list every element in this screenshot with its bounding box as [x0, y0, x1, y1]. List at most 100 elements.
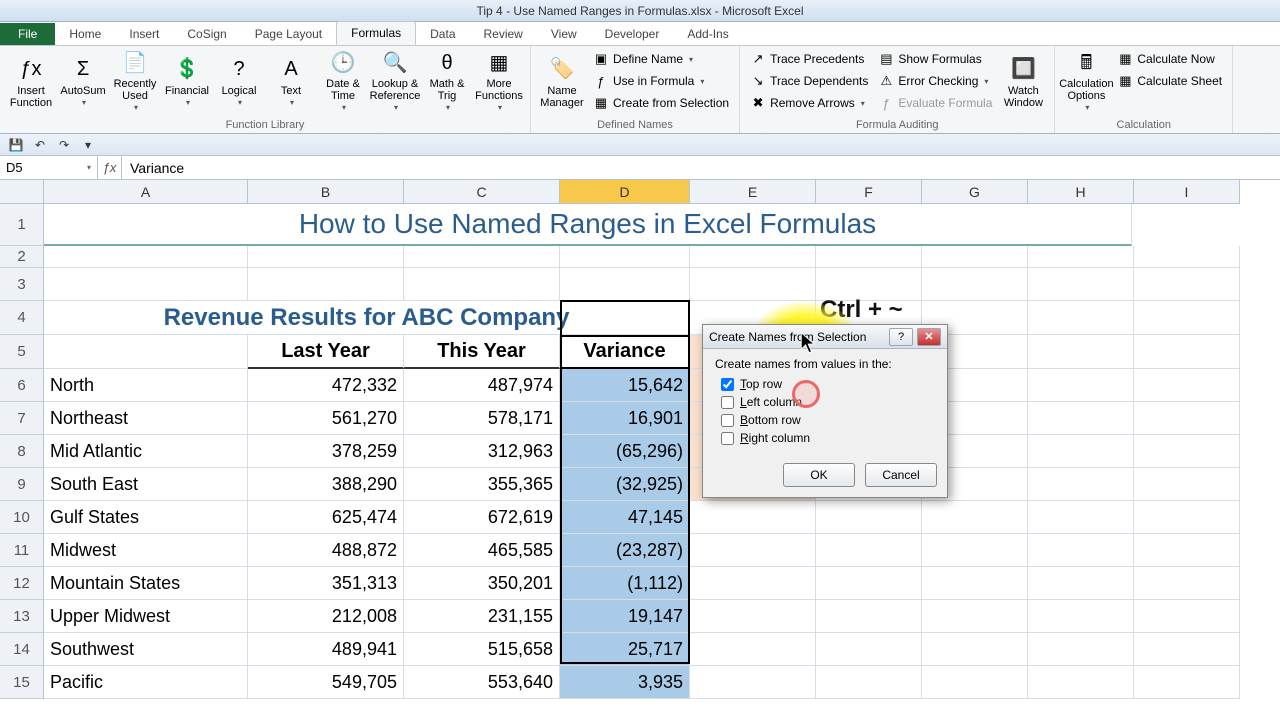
cell-last-year[interactable]: 378,259	[248, 435, 404, 468]
cell-region[interactable]: Midwest	[44, 534, 248, 567]
cell[interactable]	[816, 666, 922, 699]
insert-function-button[interactable]: ƒxInsert Function	[6, 48, 56, 116]
cell-variance[interactable]: (32,925)	[560, 468, 690, 501]
cell[interactable]	[1134, 534, 1240, 567]
create-from-selection-button[interactable]: ▦Create from Selection	[589, 92, 733, 114]
row-header-4[interactable]: 4	[0, 301, 44, 335]
cell[interactable]	[1028, 335, 1134, 369]
evaluate-formula-button[interactable]: ƒEvaluate Formula	[874, 92, 996, 114]
cell[interactable]	[1028, 402, 1134, 435]
cell-last-year[interactable]: 549,705	[248, 666, 404, 699]
cell[interactable]	[1134, 468, 1240, 501]
cell[interactable]	[404, 246, 560, 268]
check-bottom-row[interactable]: Bottom row	[715, 411, 935, 429]
col-header-g[interactable]: G	[922, 180, 1028, 204]
cell-region[interactable]: Upper Midwest	[44, 600, 248, 633]
ok-button[interactable]: OK	[783, 463, 855, 487]
cell-subtitle[interactable]: Revenue Results for ABC Company	[44, 301, 690, 335]
error-checking-button[interactable]: ⚠Error Checking▾	[874, 70, 996, 92]
cell-region[interactable]: South East	[44, 468, 248, 501]
row-header-9[interactable]: 9	[0, 468, 44, 501]
calculation-options-button[interactable]: 🖩Calculation Options▾	[1061, 48, 1111, 116]
cell[interactable]	[690, 600, 816, 633]
cell-this-year[interactable]: 465,585	[404, 534, 560, 567]
cell[interactable]	[404, 268, 560, 301]
checkbox-top-row[interactable]	[721, 378, 734, 391]
cell-region[interactable]: Pacific	[44, 666, 248, 699]
cell[interactable]	[1134, 567, 1240, 600]
cell[interactable]	[1028, 600, 1134, 633]
col-header-d[interactable]: D	[560, 180, 690, 204]
cell-region[interactable]: Mountain States	[44, 567, 248, 600]
dialog-help-button[interactable]: ?	[889, 328, 913, 346]
cell[interactable]	[1134, 335, 1240, 369]
autosum-button[interactable]: ΣAutoSum▾	[58, 48, 108, 116]
chevron-down-icon[interactable]: ▾	[87, 163, 91, 172]
cell-title[interactable]: How to Use Named Ranges in Excel Formula…	[44, 204, 1132, 246]
cell-this-year[interactable]: 515,658	[404, 633, 560, 666]
cell[interactable]	[44, 246, 248, 268]
math-trig-button[interactable]: θMath & Trig▾	[422, 48, 472, 116]
check-top-row[interactable]: TTop rowop row	[715, 375, 935, 393]
cell-last-year[interactable]: 489,941	[248, 633, 404, 666]
formula-bar[interactable]: Variance	[122, 156, 1280, 179]
cell[interactable]	[560, 246, 690, 268]
cell-this-year[interactable]: 231,155	[404, 600, 560, 633]
tab-home[interactable]: Home	[55, 23, 115, 45]
cell[interactable]	[816, 567, 922, 600]
cell-this-year[interactable]: 487,974	[404, 369, 560, 402]
cell-last-year[interactable]: 488,872	[248, 534, 404, 567]
cell-this-year[interactable]: 312,963	[404, 435, 560, 468]
tab-formulas[interactable]: Formulas	[336, 21, 416, 45]
cell-region[interactable]: Gulf States	[44, 501, 248, 534]
cell[interactable]	[922, 246, 1028, 268]
undo-icon[interactable]: ↶	[30, 136, 50, 154]
spreadsheet-grid[interactable]: A B C D E F G H I 123456789101112131415 …	[0, 180, 1280, 720]
cell[interactable]	[1028, 268, 1134, 301]
tab-view[interactable]: View	[537, 23, 591, 45]
row-header-3[interactable]: 3	[0, 268, 44, 301]
tab-page-layout[interactable]: Page Layout	[241, 23, 336, 45]
cell-region[interactable]: Northeast	[44, 402, 248, 435]
col-header-i[interactable]: I	[1134, 180, 1240, 204]
cell[interactable]	[1134, 268, 1240, 301]
header-last-year[interactable]: Last Year	[248, 335, 404, 369]
row-header-5[interactable]: 5	[0, 335, 44, 369]
tab-cosign[interactable]: CoSign	[173, 23, 240, 45]
cell-variance[interactable]: (1,112)	[560, 567, 690, 600]
col-header-h[interactable]: H	[1028, 180, 1134, 204]
trace-dependents-button[interactable]: ↘Trace Dependents	[746, 70, 872, 92]
cell-this-year[interactable]: 553,640	[404, 666, 560, 699]
row-header-10[interactable]: 10	[0, 501, 44, 534]
cancel-button[interactable]: Cancel	[865, 463, 937, 487]
cell[interactable]	[816, 534, 922, 567]
row-header-6[interactable]: 6	[0, 369, 44, 402]
row-header-11[interactable]: 11	[0, 534, 44, 567]
cell-last-year[interactable]: 388,290	[248, 468, 404, 501]
cell[interactable]	[922, 268, 1028, 301]
name-box[interactable]: D5▾	[0, 156, 98, 179]
cell-region[interactable]: Mid Atlantic	[44, 435, 248, 468]
define-name-button[interactable]: ▣Define Name▾	[589, 48, 733, 70]
col-header-a[interactable]: A	[44, 180, 248, 204]
cell[interactable]	[1134, 402, 1240, 435]
cell[interactable]	[922, 501, 1028, 534]
cell-variance[interactable]: (23,287)	[560, 534, 690, 567]
checkbox-left-column[interactable]	[721, 396, 734, 409]
name-manager-button[interactable]: 🏷️Name Manager	[537, 48, 587, 116]
cell[interactable]	[690, 268, 816, 301]
cell[interactable]	[1134, 600, 1240, 633]
header-variance[interactable]: Variance	[560, 335, 690, 369]
cell[interactable]	[816, 501, 922, 534]
tab-review[interactable]: Review	[470, 23, 537, 45]
col-header-c[interactable]: C	[404, 180, 560, 204]
checkbox-bottom-row[interactable]	[721, 414, 734, 427]
cell-last-year[interactable]: 472,332	[248, 369, 404, 402]
logical-button[interactable]: ?Logical▾	[214, 48, 264, 116]
row-header-14[interactable]: 14	[0, 633, 44, 666]
col-header-e[interactable]: E	[690, 180, 816, 204]
show-formulas-button[interactable]: ▤Show Formulas	[874, 48, 996, 70]
row-header-8[interactable]: 8	[0, 435, 44, 468]
dialog-close-button[interactable]: ✕	[917, 328, 941, 346]
cell[interactable]	[44, 335, 248, 369]
